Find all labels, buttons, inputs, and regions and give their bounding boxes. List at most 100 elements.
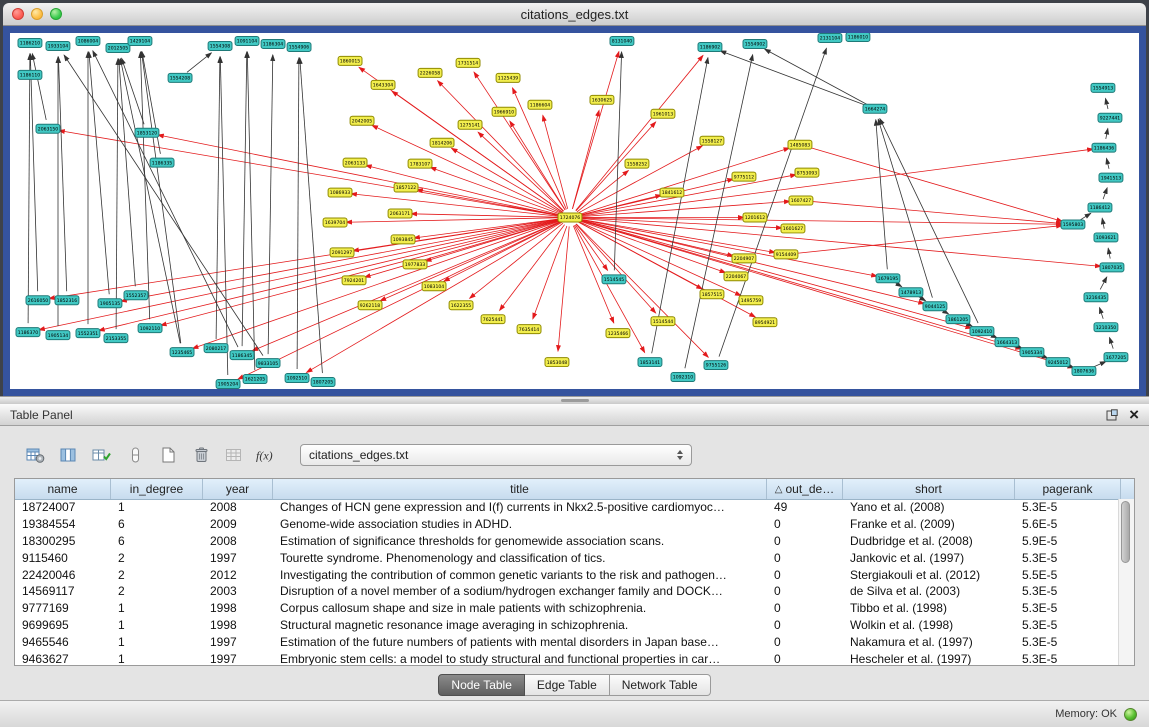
function-builder-icon[interactable]: f(x) (253, 443, 280, 467)
attribute-table: namein_degreeyeartitle△out_de… short pager… (14, 478, 1135, 666)
table-row[interactable]: 911546021997Tourette syndrome. Phenomeno… (15, 549, 1119, 566)
graph-node-label: 1621205 (245, 377, 266, 383)
table-toolbar: f(x) citations_edges.txt (0, 426, 1149, 468)
table-row[interactable]: 2242004622012Investigating the contribut… (15, 566, 1119, 583)
vertical-scrollbar[interactable] (1118, 499, 1134, 665)
table-row[interactable]: 977716911998Corpus callosum shape and si… (15, 600, 1119, 617)
graph-node-label: 7924201 (344, 278, 365, 284)
graph-node-label: 8954921 (755, 320, 776, 326)
graph-edge (896, 283, 902, 287)
cell-name: 9777169 (15, 601, 111, 615)
column-header-name[interactable]: name (15, 479, 111, 499)
cell-out_degree: 0 (767, 618, 843, 632)
new-table-icon[interactable] (154, 443, 181, 467)
column-label: pagerank (1042, 482, 1092, 496)
minimize-window-button[interactable] (31, 8, 43, 20)
cell-short: Franke et al. (2009) (843, 517, 1015, 531)
tab-network-table[interactable]: Network Table (610, 674, 711, 696)
graph-edge (64, 55, 263, 355)
column-header-in_degree[interactable]: in_degree (111, 479, 203, 499)
cell-in_degree: 6 (111, 517, 203, 531)
graph-node-label: 1807636 (1074, 369, 1095, 375)
table-row[interactable]: 1456911722003Disruption of a novel membe… (15, 583, 1119, 600)
table-row[interactable]: 946362711997Embryonic stem cells: a mode… (15, 650, 1119, 665)
divider-grip-icon[interactable] (561, 399, 589, 402)
graph-node-label: 1514545 (604, 277, 625, 283)
cell-name: 14569117 (15, 584, 111, 598)
table-header-row: namein_degreeyeartitle△out_de… short pager… (15, 479, 1134, 500)
cell-short: Dudbridge et al. (2008) (843, 534, 1015, 548)
panel-resize-divider[interactable] (0, 396, 1149, 404)
zoom-window-button[interactable] (50, 8, 62, 20)
table-row[interactable]: 1830029562008Estimation of significance … (15, 533, 1119, 550)
graph-node-label: 1558127 (702, 138, 723, 144)
graph-node-label: 1677205 (1106, 355, 1127, 361)
graph-node-label: 1558252 (627, 161, 648, 167)
graph-node-label: 1607427 (791, 198, 812, 204)
graph-node-label: 1595803 (1063, 222, 1084, 228)
close-window-button[interactable] (12, 8, 24, 20)
traffic-lights (12, 8, 62, 20)
table-row[interactable]: 969969511998Structural magnetic resonanc… (15, 617, 1119, 634)
table-select-combo[interactable]: citations_edges.txt (300, 444, 692, 466)
graph-edge (919, 297, 926, 301)
window-titlebar[interactable]: citations_edges.txt (3, 3, 1146, 26)
graph-node-label: 2226058 (420, 71, 441, 77)
cell-out_degree: 0 (767, 652, 843, 665)
column-header-title[interactable]: title (273, 479, 767, 499)
column-header-short[interactable]: short (843, 479, 1015, 499)
graph-node-label: 1961013 (653, 111, 674, 117)
graph-node-label: 1552351 (78, 331, 99, 337)
graph-edge (878, 119, 932, 297)
graph-edge (765, 49, 867, 104)
cell-year: 1997 (203, 551, 273, 565)
graph-node-label: 1092510 (287, 376, 308, 382)
import-table-icon[interactable] (220, 443, 247, 467)
graph-node-label: 1478913 (901, 290, 922, 296)
scrollbar-thumb[interactable] (1121, 501, 1130, 563)
float-panel-icon[interactable] (1106, 409, 1118, 421)
graph-node-label: 1966910 (494, 109, 515, 115)
row-selector-icon[interactable] (121, 443, 148, 467)
tab-node-table[interactable]: Node Table (438, 674, 525, 696)
graph-edge (573, 52, 619, 209)
graph-node-label: 1186345 (232, 353, 253, 359)
graph-node-label: 1853141 (640, 360, 661, 366)
graph-edge (268, 55, 273, 354)
table-row[interactable]: 1872400712008Changes of HCN gene express… (15, 499, 1119, 516)
table-settings-icon[interactable] (22, 443, 49, 467)
create-column-icon[interactable] (88, 443, 115, 467)
graph-node-label: 1083104 (424, 284, 445, 290)
graph-node-label: 1941513 (1101, 175, 1122, 181)
cell-in_degree: 6 (111, 534, 203, 548)
column-label: short (915, 482, 942, 496)
graph-node-label: 1664274 (865, 106, 886, 112)
column-header-out_degree[interactable]: △out_de… (767, 479, 843, 499)
cell-name: 9115460 (15, 551, 111, 565)
table-row[interactable]: 1938455462009Genome-wide association stu… (15, 516, 1119, 533)
graph-node-label: 1186412 (1090, 205, 1111, 211)
panel-actions: × (1106, 406, 1139, 423)
graph-edge (1108, 248, 1110, 258)
network-canvas[interactable]: 1724076118660419669101275141181420617831… (10, 33, 1139, 389)
graph-node-label: 2204067 (726, 274, 747, 280)
graph-node-label: 1092310 (673, 375, 694, 381)
graph-edge (99, 220, 562, 331)
column-header-pagerank[interactable]: pagerank (1015, 479, 1121, 499)
table-panel-header: Table Panel × (0, 404, 1149, 426)
graph-node-label: 8753093 (797, 170, 818, 176)
graph-edge (880, 119, 978, 323)
graph-node-label: 1554208 (170, 76, 191, 82)
cell-pagerank: 5.3E-5 (1015, 551, 1119, 565)
cell-title: Changes of HCN gene expression and I(f) … (273, 500, 767, 514)
graph-edge (297, 58, 299, 369)
column-header-year[interactable]: year (203, 479, 273, 499)
delete-table-icon[interactable] (187, 443, 214, 467)
show-columns-icon[interactable] (55, 443, 82, 467)
tab-edge-table[interactable]: Edge Table (525, 674, 610, 696)
graph-node-label: 1853120 (137, 130, 158, 136)
cell-in_degree: 1 (111, 635, 203, 649)
close-panel-icon[interactable]: × (1129, 406, 1139, 423)
graph-node-label: 7625441 (483, 317, 504, 323)
table-row[interactable]: 946554611997Estimation of the future num… (15, 633, 1119, 650)
